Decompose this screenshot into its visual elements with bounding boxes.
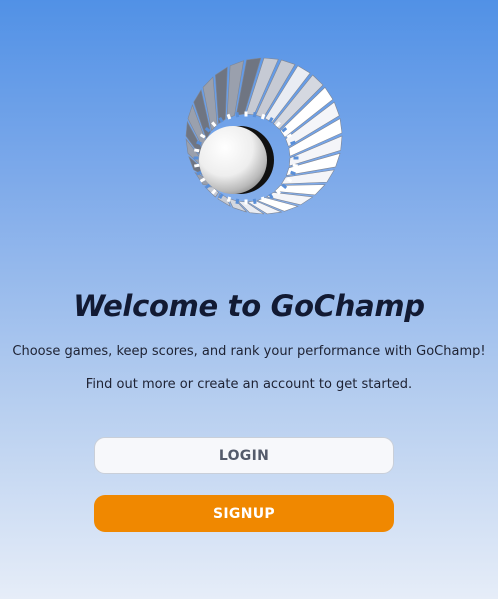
intro-text: Choose games, keep scores, and rank your… [12, 344, 486, 359]
signup-button-label: SIGNUP [213, 505, 275, 522]
signup-button[interactable]: SIGNUP [94, 495, 394, 532]
login-button[interactable]: LOGIN [94, 437, 394, 474]
get-started-text: Find out more or create an account to ge… [85, 377, 413, 392]
page-title: Welcome to GoChamp [73, 289, 425, 323]
shuttlecock-icon [176, 56, 344, 222]
login-button-label: LOGIN [218, 447, 270, 464]
